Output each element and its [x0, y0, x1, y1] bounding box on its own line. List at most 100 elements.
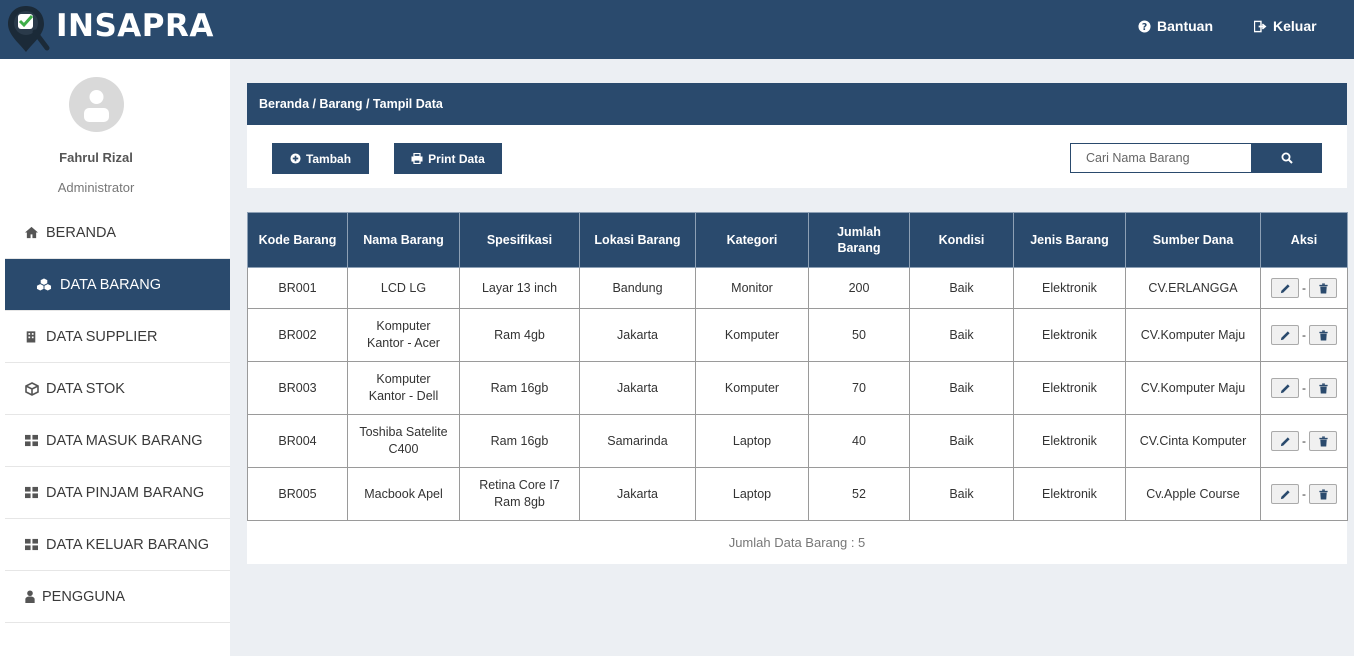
cell-spesifikasi: Layar 13 inch: [459, 267, 580, 309]
cell-sumber-dana: CV.Komputer Maju: [1125, 361, 1261, 415]
column-header: Sumber Dana: [1125, 212, 1261, 268]
cell-spesifikasi: Retina Core I7 Ram 8gb: [459, 467, 580, 521]
edit-button[interactable]: [1271, 278, 1299, 298]
sidebar: Fahrul Rizal Administrator BERANDA DATA …: [0, 59, 230, 656]
user-role: Administrator: [57, 180, 135, 195]
delete-button[interactable]: [1309, 378, 1337, 398]
edit-button[interactable]: [1271, 484, 1299, 504]
edit-button[interactable]: [1271, 325, 1299, 345]
cell-lokasi: Jakarta: [579, 361, 696, 415]
user-avatar-icon: [84, 90, 109, 122]
add-button-label: Tambah: [305, 151, 352, 166]
search-icon: [1281, 152, 1293, 164]
delete-button[interactable]: [1309, 278, 1337, 298]
cell-aksi: -: [1260, 308, 1348, 362]
data-barang-table: Kode Barang Nama Barang Spesifikasi Loka…: [247, 212, 1348, 521]
sidebar-item-data-masuk-barang[interactable]: DATA MASUK BARANG: [5, 415, 230, 467]
question-circle-icon: ?: [1138, 19, 1151, 32]
cell-nama: Macbook Apel: [347, 467, 460, 521]
avatar: [69, 77, 124, 132]
plus-circle-icon: [290, 153, 301, 164]
cell-lokasi: Jakarta: [579, 308, 696, 362]
trash-icon: [1318, 282, 1328, 294]
cell-sumber-dana: CV.Cinta Komputer: [1125, 414, 1261, 468]
cell-lokasi: Jakarta: [579, 467, 696, 521]
delete-button[interactable]: [1309, 431, 1337, 451]
aksi-separator: -: [1302, 327, 1306, 342]
sidebar-item-label: DATA STOK: [46, 380, 125, 397]
cell-jumlah: 40: [808, 414, 910, 468]
column-header: Kode Barang: [247, 212, 348, 268]
sidebar-item-beranda[interactable]: BERANDA: [5, 207, 230, 259]
delete-button[interactable]: [1309, 325, 1337, 345]
svg-text:?: ?: [1142, 21, 1147, 32]
search-group: [1070, 143, 1322, 173]
cell-sumber-dana: CV.Komputer Maju: [1125, 308, 1261, 362]
table-row: BR002 Komputer Kantor - Acer Ram 4gb Jak…: [247, 308, 1348, 362]
app-brand: INSAPRA: [56, 8, 214, 44]
aksi-separator: -: [1302, 433, 1306, 448]
pencil-icon: [1280, 330, 1290, 340]
search-button[interactable]: [1252, 143, 1322, 173]
print-button[interactable]: Print Data: [394, 143, 502, 174]
cell-nama: LCD LG: [347, 267, 460, 309]
cell-jenis: Elektronik: [1013, 414, 1126, 468]
aksi-separator: -: [1302, 280, 1306, 295]
column-header: Lokasi Barang: [579, 212, 696, 268]
sidebar-item-label: DATA SUPPLIER: [46, 328, 158, 345]
cell-kode: BR001: [247, 267, 348, 309]
edit-button[interactable]: [1271, 431, 1299, 451]
table-header-row: Kode Barang Nama Barang Spesifikasi Loka…: [247, 212, 1348, 268]
data-count-text: Jumlah Data Barang : 5: [728, 535, 866, 550]
building-icon: [25, 330, 39, 344]
cube-icon: [25, 381, 39, 396]
cell-spesifikasi: Ram 16gb: [459, 414, 580, 468]
cell-kode: BR005: [247, 467, 348, 521]
add-button[interactable]: Tambah: [272, 143, 369, 174]
help-link[interactable]: ? Bantuan: [1138, 18, 1213, 34]
logo-icon: [8, 6, 50, 52]
sidebar-item-label: DATA PINJAM BARANG: [46, 484, 205, 501]
sidebar-item-pengguna[interactable]: PENGGUNA: [5, 571, 230, 623]
cell-nama: Toshiba Satelite C400: [347, 414, 460, 468]
search-input[interactable]: [1070, 143, 1252, 173]
sidebar-item-data-keluar-barang[interactable]: DATA KELUAR BARANG: [5, 519, 230, 571]
cell-kondisi: Baik: [909, 467, 1014, 521]
edit-button[interactable]: [1271, 378, 1299, 398]
user-name: Fahrul Rizal: [59, 150, 133, 165]
column-header: Kategori: [695, 212, 809, 268]
column-header: Jenis Barang: [1013, 212, 1126, 268]
cell-kode: BR004: [247, 414, 348, 468]
help-label: Bantuan: [1157, 18, 1213, 34]
cell-lokasi: Samarinda: [579, 414, 696, 468]
sidebar-item-data-pinjam-barang[interactable]: DATA PINJAM BARANG: [5, 467, 230, 519]
user-icon: [25, 589, 35, 604]
cell-jenis: Elektronik: [1013, 467, 1126, 521]
grid-icon: [25, 486, 39, 500]
sidebar-item-data-barang[interactable]: DATA BARANG: [5, 259, 230, 311]
sidebar-item-data-stok[interactable]: DATA STOK: [5, 363, 230, 415]
cell-jumlah: 200: [808, 267, 910, 309]
column-header: Nama Barang: [347, 212, 460, 268]
logout-label: Keluar: [1273, 18, 1317, 34]
pencil-icon: [1280, 436, 1290, 446]
pencil-icon: [1280, 489, 1290, 499]
cell-kondisi: Baik: [909, 414, 1014, 468]
cell-kondisi: Baik: [909, 308, 1014, 362]
trash-icon: [1318, 435, 1328, 447]
delete-button[interactable]: [1309, 484, 1337, 504]
cell-aksi: -: [1260, 267, 1348, 309]
pencil-icon: [1280, 283, 1290, 293]
cell-jenis: Elektronik: [1013, 267, 1126, 309]
cell-spesifikasi: Ram 4gb: [459, 308, 580, 362]
sidebar-item-data-supplier[interactable]: DATA SUPPLIER: [5, 311, 230, 363]
cell-kategori: Komputer: [695, 361, 809, 415]
table-row: BR001 LCD LG Layar 13 inch Bandung Monit…: [247, 267, 1348, 309]
toolbar: Tambah Print Data: [247, 125, 1347, 188]
logout-link[interactable]: Keluar: [1254, 18, 1317, 34]
cell-kondisi: Baik: [909, 267, 1014, 309]
cell-kondisi: Baik: [909, 361, 1014, 415]
breadcrumb: Beranda / Barang / Tampil Data: [247, 83, 1347, 125]
cell-jumlah: 50: [808, 308, 910, 362]
cell-jenis: Elektronik: [1013, 361, 1126, 415]
